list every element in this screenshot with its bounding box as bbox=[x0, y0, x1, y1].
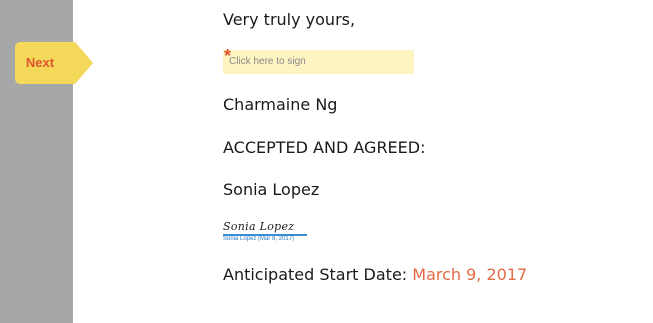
sign-field-placeholder: Click here to sign bbox=[229, 56, 306, 67]
closing-text: Very truly yours, bbox=[223, 10, 356, 29]
counterparty-name: Sonia Lopez bbox=[223, 180, 320, 199]
signature-caption: Sonia Lopez (Mar 8, 2017) bbox=[223, 236, 295, 242]
accepted-heading: ACCEPTED AND AGREED: bbox=[223, 138, 426, 157]
document-page: Next Very truly yours, * Click here to s… bbox=[0, 0, 653, 323]
start-date-line: Anticipated Start Date: March 9, 2017 bbox=[223, 265, 527, 284]
start-date-label: Anticipated Start Date: bbox=[223, 265, 413, 284]
next-button-label: Next bbox=[25, 55, 55, 70]
next-button[interactable]: Next bbox=[15, 42, 93, 84]
sign-field[interactable]: * Click here to sign bbox=[223, 47, 414, 74]
signer-name: Charmaine Ng bbox=[223, 95, 338, 114]
start-date-value: March 9, 2017 bbox=[412, 265, 528, 284]
handwritten-signature: Sonia Lopez bbox=[223, 220, 295, 233]
